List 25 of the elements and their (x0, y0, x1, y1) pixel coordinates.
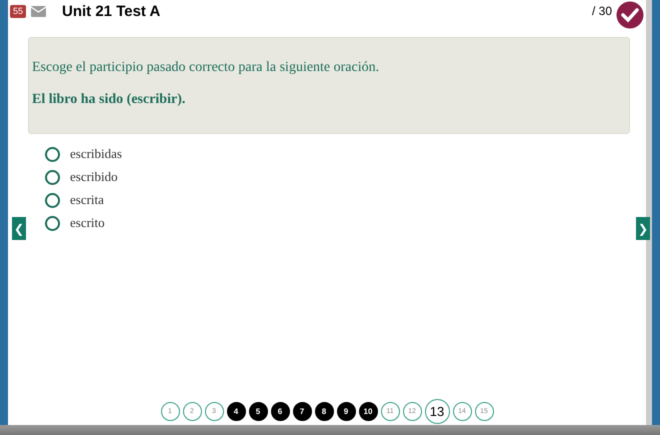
radio-button[interactable] (45, 216, 60, 230)
page-button[interactable]: 5 (248, 402, 268, 421)
answer-option[interactable]: escrito (45, 215, 105, 231)
score-text: / 30 (592, 4, 612, 18)
next-button[interactable]: ❯ (636, 217, 650, 240)
page-button[interactable]: 7 (292, 402, 312, 421)
page-button[interactable]: 8 (314, 402, 334, 421)
page-button[interactable]: 13 (424, 399, 450, 424)
previous-button[interactable]: ❮ (12, 217, 26, 240)
page-button[interactable]: 9 (336, 402, 356, 421)
test-title: Unit 21 Test A (62, 2, 162, 20)
radio-button[interactable] (45, 170, 60, 184)
answer-option[interactable]: escribido (45, 169, 118, 185)
question-instruction: Escoge el participio pasado correcto para la siguiente oración. (32, 60, 380, 76)
answer-option[interactable]: escribidas (45, 146, 122, 162)
question-prompt: El libro ha sido (escribir). (32, 92, 186, 108)
page-button[interactable]: 4 (226, 402, 246, 421)
notification-badge: 55 (10, 4, 26, 18)
answer-option[interactable]: escrita (45, 192, 104, 208)
radio-button[interactable] (45, 146, 60, 162)
page-button[interactable]: 10 (358, 402, 378, 421)
page-button[interactable]: 6 (270, 402, 290, 421)
radio-button[interactable] (45, 192, 60, 208)
checkmark-icon[interactable] (616, 1, 644, 29)
envelope-icon[interactable] (31, 6, 46, 16)
